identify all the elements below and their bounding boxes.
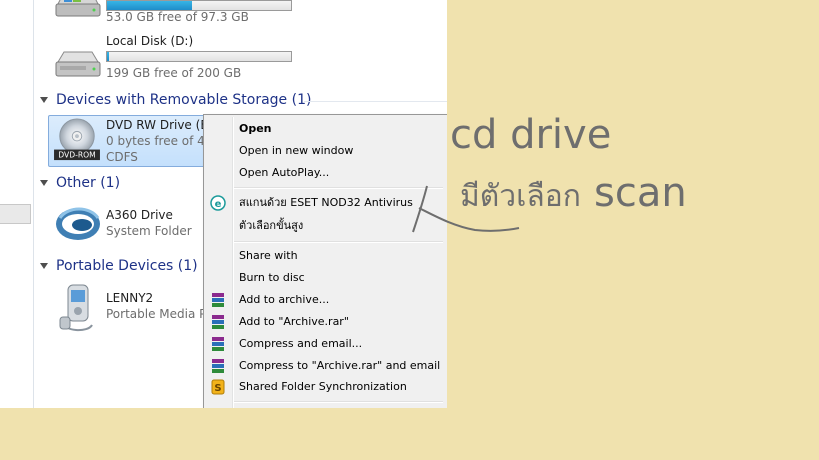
menu-item-eset-advanced[interactable]: ตัวเลือกขั้นสูง	[239, 219, 303, 233]
menu-item-open[interactable]: Open	[239, 122, 272, 136]
explorer-window: 53.0 GB free of 97.3 GB Local Disk (D:) …	[0, 0, 447, 408]
winrar-icon	[212, 293, 224, 307]
winrar-icon	[212, 359, 224, 373]
drive-d-free-space: 199 GB free of 200 GB	[106, 66, 242, 80]
group-title-portable: Portable Devices (1)	[56, 258, 198, 274]
menu-item-shared-folder-sync[interactable]: Shared Folder Synchronization	[239, 380, 407, 394]
menu-item-add-to-archive-rar[interactable]: Add to "Archive.rar"	[239, 315, 349, 329]
annotation-line1: cd drive	[450, 112, 612, 158]
drive-d-name: Local Disk (D:)	[106, 34, 194, 48]
lenny2-name: LENNY2	[106, 291, 154, 305]
group-divider	[304, 101, 447, 102]
menu-separator	[234, 401, 443, 403]
collapse-triangle-icon[interactable]	[40, 97, 48, 103]
group-header-portable[interactable]: Portable Devices (1)	[40, 258, 198, 274]
menu-item-share-with[interactable]: Share with	[239, 249, 298, 263]
annotation-arrow	[412, 185, 520, 233]
menu-icon-gutter	[232, 117, 234, 408]
drive-d-usage-fill	[107, 52, 109, 61]
menu-item-open-new-window[interactable]: Open in new window	[239, 144, 353, 158]
collapse-triangle-icon[interactable]	[40, 263, 48, 269]
drive-c-usage-fill	[107, 1, 192, 10]
annotation-scan: scan	[594, 170, 687, 216]
group-header-removable[interactable]: Devices with Removable Storage (1)	[40, 92, 311, 108]
portable-media-player-icon	[59, 284, 93, 331]
menu-item-burn-to-disc[interactable]: Burn to disc	[239, 271, 305, 285]
menu-item-open-autoplay[interactable]: Open AutoPlay...	[239, 166, 329, 180]
drive-d-usage-bar	[106, 51, 292, 62]
menu-item-eset-scan[interactable]: สแกนด้วย ESET NOD32 Antivirus	[239, 196, 413, 210]
svg-text:S: S	[214, 383, 221, 394]
a360-drive-name: A360 Drive	[106, 208, 173, 222]
menu-item-compress-and-email[interactable]: Compress and email...	[239, 337, 362, 351]
navigation-pane	[0, 0, 34, 408]
drive-c-free-space: 53.0 GB free of 97.3 GB	[106, 10, 249, 24]
group-title-other: Other (1)	[56, 175, 121, 191]
svg-text:e: e	[215, 199, 222, 210]
winrar-icon	[212, 337, 224, 351]
menu-item-compress-rar-and-email[interactable]: Compress to "Archive.rar" and email	[239, 359, 440, 373]
lenny2-type: Portable Media Pla	[106, 307, 218, 321]
collapse-triangle-icon[interactable]	[40, 180, 48, 186]
winrar-icon	[212, 315, 224, 329]
dvd-rom-label: DVD-ROM	[58, 151, 96, 160]
navigation-scrollbar-thumb[interactable]	[0, 204, 31, 224]
hard-disk-icon	[55, 0, 101, 17]
a360-drive-type: System Folder	[106, 224, 192, 238]
a360-drive-icon	[56, 207, 100, 240]
drive-e-filesystem: CDFS	[106, 150, 138, 164]
eset-icon: e	[210, 195, 226, 211]
context-menu: Open Open in new window Open AutoPlay...…	[203, 114, 447, 408]
menu-item-add-to-archive[interactable]: Add to archive...	[239, 293, 329, 307]
shared-folder-sync-icon: S	[211, 379, 225, 395]
group-header-other[interactable]: Other (1)	[40, 175, 120, 191]
hard-disk-icon	[55, 51, 101, 77]
group-title-removable: Devices with Removable Storage (1)	[56, 92, 312, 108]
dvd-drive-icon: DVD-ROM	[54, 118, 100, 161]
drive-e-name: DVD RW Drive (E:)	[106, 118, 217, 132]
menu-separator	[234, 241, 443, 243]
